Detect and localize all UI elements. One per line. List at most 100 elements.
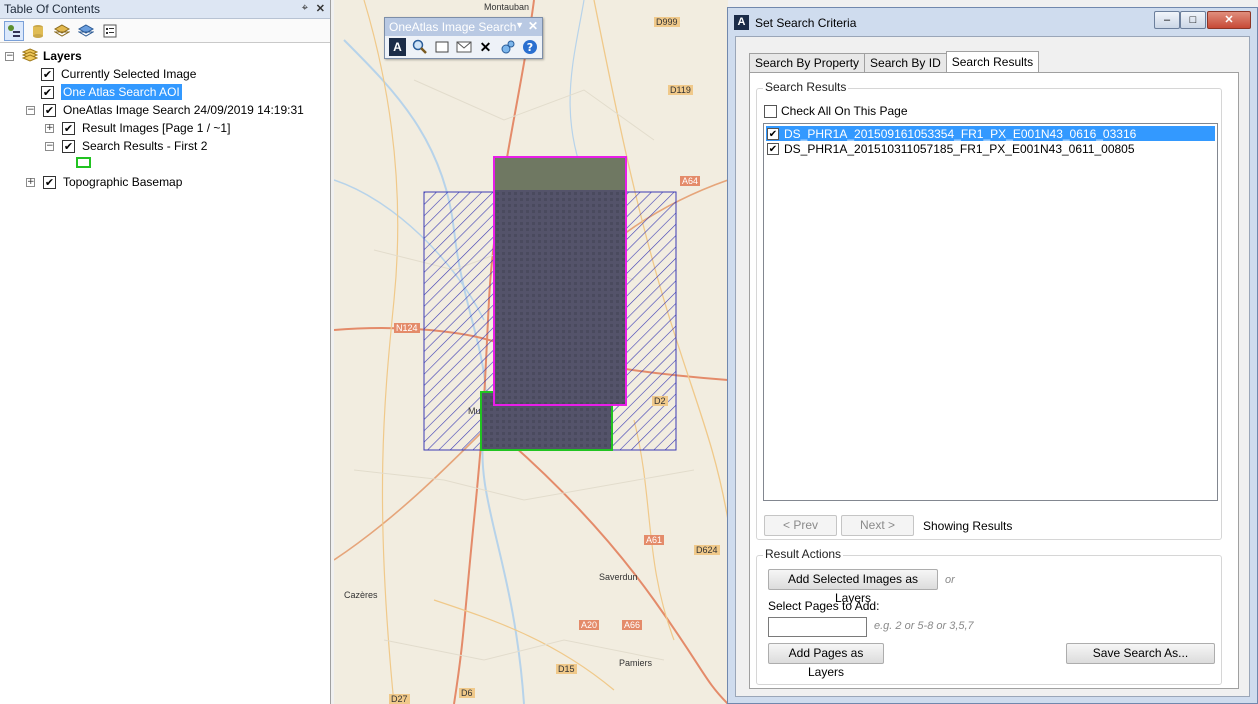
layer-currently-selected-image[interactable]: ✔ Currently Selected Image bbox=[41, 65, 196, 83]
chevron-down-icon[interactable]: ▼ bbox=[515, 20, 524, 30]
next-button[interactable]: Next > bbox=[841, 515, 914, 536]
road-shield: D624 bbox=[694, 545, 720, 555]
showing-results-label: Showing Results bbox=[923, 519, 1013, 533]
map-label: Mu bbox=[468, 406, 481, 416]
road-shield: A64 bbox=[680, 176, 701, 186]
collapse-icon[interactable]: − bbox=[45, 141, 54, 151]
layer-visibility-checkbox[interactable]: ✔ bbox=[43, 103, 56, 117]
table-of-contents-pane: Table Of Contents ⌖ ✕ − Layers ✔ Current… bbox=[0, 0, 331, 704]
road-shield: D6 bbox=[459, 688, 475, 698]
oneatlas-toolbar-header[interactable]: OneAtlas Image Search ▼ ✕ bbox=[385, 18, 542, 36]
search-results-group: Search Results Check All On This Page ✔ … bbox=[756, 80, 1222, 540]
envelope-icon[interactable] bbox=[455, 38, 472, 56]
dialog-title: Set Search Criteria bbox=[755, 16, 857, 30]
map-label: Montauban bbox=[484, 2, 530, 12]
help-icon[interactable]: ? bbox=[521, 38, 538, 56]
prev-button[interactable]: < Prev bbox=[764, 515, 837, 536]
layer-label: One Atlas Search AOI bbox=[61, 84, 182, 100]
search-results-panel: Search Results Check All On This Page ✔ … bbox=[749, 72, 1239, 689]
result-name: DS_PHR1A_201510311057185_FR1_PX_E001N43_… bbox=[784, 141, 1135, 156]
road-shield: D119 bbox=[668, 85, 693, 95]
layer-label: Search Results - First 2 bbox=[82, 139, 208, 153]
search-icon[interactable] bbox=[411, 38, 428, 56]
layer-visibility-checkbox[interactable]: ✔ bbox=[43, 175, 56, 189]
list-item[interactable]: ✔ DS_PHR1A_201509161053354_FR1_PX_E001N4… bbox=[766, 126, 1215, 141]
expand-icon[interactable]: + bbox=[26, 177, 35, 187]
group-label: Result Actions bbox=[763, 547, 844, 561]
add-pages-button[interactable]: Add Pages as Layers bbox=[768, 643, 884, 679]
map-view[interactable]: Montauban Saverdun Cazères Pamiers Mu N1… bbox=[334, 0, 728, 704]
list-by-drawing-order-icon[interactable] bbox=[4, 20, 24, 41]
expand-icon[interactable]: + bbox=[45, 123, 54, 133]
layer-result-images[interactable]: + ✔ Result Images [Page 1 / ~1] bbox=[45, 119, 230, 137]
oneatlas-logo-icon[interactable]: A bbox=[389, 38, 406, 56]
results-list[interactable]: ✔ DS_PHR1A_201509161053354_FR1_PX_E001N4… bbox=[763, 123, 1218, 501]
group-label: Search Results bbox=[763, 80, 849, 94]
check-all-row[interactable]: Check All On This Page bbox=[764, 104, 908, 118]
close-icon[interactable]: ✕ bbox=[316, 2, 325, 15]
pages-hint: e.g. 2 or 5-8 or 3,5,7 bbox=[874, 620, 974, 632]
oneatlas-logo-icon: A bbox=[734, 15, 749, 30]
collapse-icon[interactable]: − bbox=[26, 105, 35, 115]
tab-search-by-id[interactable]: Search By ID bbox=[864, 53, 947, 72]
pin-icon[interactable]: ⌖ bbox=[302, 2, 308, 15]
layers-root[interactable]: − Layers bbox=[5, 47, 82, 65]
result-checkbox[interactable]: ✔ bbox=[767, 142, 779, 155]
oneatlas-toolbar[interactable]: OneAtlas Image Search ▼ ✕ A ✕ ? bbox=[384, 17, 543, 59]
options-icon[interactable] bbox=[100, 21, 120, 41]
save-search-as-button[interactable]: Save Search As... bbox=[1066, 643, 1215, 664]
layer-visibility-checkbox[interactable]: ✔ bbox=[41, 67, 54, 81]
layer-topographic-basemap[interactable]: + ✔ Topographic Basemap bbox=[26, 173, 182, 191]
map-label: Saverdun bbox=[599, 572, 638, 582]
road-shield: A66 bbox=[622, 620, 643, 630]
tab-strip: Search By Property Search By ID Search R… bbox=[749, 51, 1040, 73]
road-shield: D27 bbox=[389, 694, 410, 704]
layer-visibility-checkbox[interactable]: ✔ bbox=[62, 139, 75, 153]
map-label: Pamiers bbox=[619, 658, 653, 668]
minimize-icon[interactable]: – bbox=[1154, 11, 1180, 29]
list-by-source-icon[interactable] bbox=[28, 21, 48, 41]
result-name: DS_PHR1A_201509161053354_FR1_PX_E001N43_… bbox=[784, 126, 1137, 141]
legend-swatch-icon bbox=[76, 157, 91, 168]
layer-visibility-checkbox[interactable]: ✔ bbox=[62, 121, 75, 135]
layer-label: Currently Selected Image bbox=[61, 67, 197, 81]
list-by-visibility-icon[interactable] bbox=[52, 21, 72, 41]
draw-rectangle-icon[interactable] bbox=[433, 38, 450, 56]
road-shield: D999 bbox=[654, 17, 680, 27]
dialog-title-bar[interactable]: A Set Search Criteria – □ ✕ bbox=[728, 8, 1257, 36]
layer-visibility-checkbox[interactable]: ✔ bbox=[41, 85, 54, 99]
close-icon[interactable]: ✕ bbox=[528, 19, 538, 33]
layer-label: OneAtlas Image Search 24/09/2019 14:19:3… bbox=[63, 103, 304, 117]
toc-title: Table Of Contents bbox=[4, 2, 101, 16]
tab-search-results[interactable]: Search Results bbox=[945, 51, 1040, 73]
road-shield: N124 bbox=[394, 323, 420, 333]
layer-label: Result Images [Page 1 / ~1] bbox=[82, 121, 231, 135]
check-all-checkbox[interactable] bbox=[764, 104, 777, 118]
road-shield: A61 bbox=[644, 535, 665, 545]
result-checkbox[interactable]: ✔ bbox=[767, 127, 779, 140]
layer-label: Topographic Basemap bbox=[63, 175, 183, 189]
maximize-icon[interactable]: □ bbox=[1180, 11, 1206, 29]
check-all-label: Check All On This Page bbox=[781, 104, 908, 118]
close-icon[interactable]: ✕ bbox=[1207, 11, 1251, 29]
select-pages-label: Select Pages to Add: bbox=[768, 599, 880, 613]
road-shield: D15 bbox=[556, 664, 577, 674]
layers-stack-icon bbox=[21, 47, 39, 65]
layer-one-atlas-search-aoi[interactable]: ✔ One Atlas Search AOI bbox=[41, 83, 182, 101]
list-by-selection-icon[interactable] bbox=[76, 21, 96, 41]
oneatlas-toolbar-title: OneAtlas Image Search bbox=[389, 20, 517, 34]
layer-group-oneatlas-image-search[interactable]: − ✔ OneAtlas Image Search 24/09/2019 14:… bbox=[26, 101, 304, 119]
basemap-canvas bbox=[334, 0, 728, 704]
collapse-icon[interactable]: − bbox=[5, 51, 14, 61]
add-selected-images-button[interactable]: Add Selected Images as Layers bbox=[768, 569, 938, 605]
list-item[interactable]: ✔ DS_PHR1A_201510311057185_FR1_PX_E001N4… bbox=[766, 141, 1215, 156]
toc-title-bar: Table Of Contents ⌖ ✕ bbox=[0, 0, 330, 19]
pages-input[interactable] bbox=[768, 617, 867, 637]
road-shield: D2 bbox=[652, 396, 668, 406]
layer-search-results[interactable]: − ✔ Search Results - First 2 bbox=[45, 137, 207, 155]
clear-icon[interactable]: ✕ bbox=[477, 38, 494, 56]
settings-icon[interactable] bbox=[499, 38, 516, 56]
layers-root-label: Layers bbox=[43, 49, 82, 63]
map-label: Cazères bbox=[344, 590, 378, 600]
tab-search-by-property[interactable]: Search By Property bbox=[749, 53, 866, 72]
